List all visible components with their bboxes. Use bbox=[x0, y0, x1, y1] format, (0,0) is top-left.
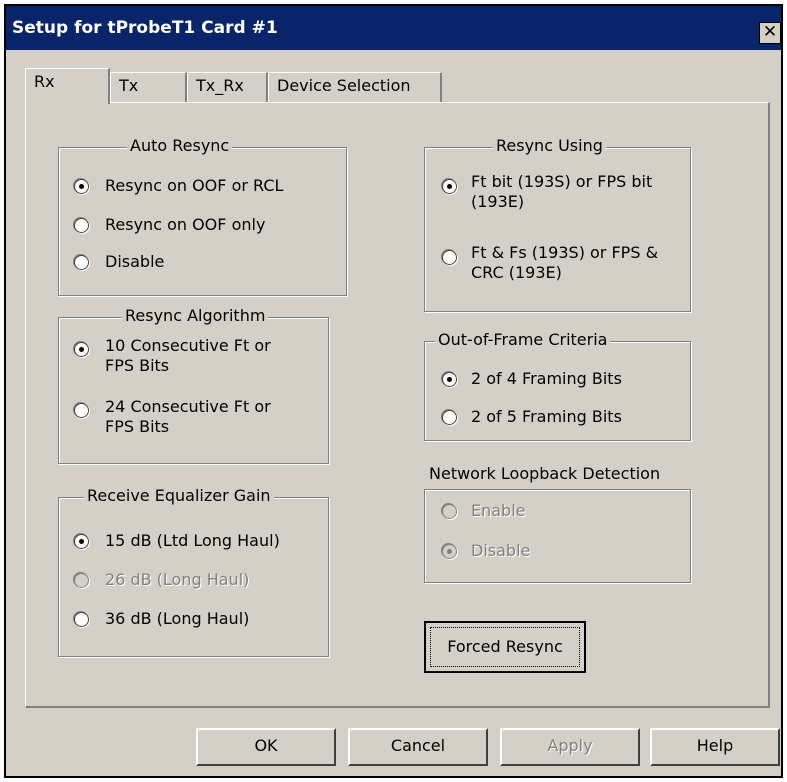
receive-equalizer-gain-group: Receive Equalizer Gain 15 dB (Ltd Long H… bbox=[58, 486, 329, 657]
resync-oof-only-label: Resync on OOF only bbox=[105, 215, 266, 234]
algo-10-bits-line1: 10 Consecutive Ft or bbox=[105, 336, 271, 355]
tab-tx-label: Tx bbox=[119, 76, 139, 95]
close-button[interactable]: ✕ bbox=[759, 22, 781, 44]
apply-button[interactable]: Apply bbox=[500, 728, 640, 766]
tab-device-selection-label: Device Selection bbox=[277, 76, 411, 95]
resync-algorithm-title: Resync Algorithm bbox=[122, 306, 269, 325]
resync-ft-fs-line2: CRC (193E) bbox=[471, 263, 562, 282]
auto-resync-title: Auto Resync bbox=[127, 136, 233, 155]
resync-ft-fs-label: Ft & Fs (193S) or FPS & CRC (193E) bbox=[471, 243, 658, 283]
loopback-enable-radio[interactable] bbox=[442, 504, 457, 519]
window-title: Setup for tProbeT1 Card #1 bbox=[12, 18, 278, 38]
oof-2-of-4-label: 2 of 4 Framing Bits bbox=[471, 369, 622, 388]
resync-oof-rcl-label: Resync on OOF or RCL bbox=[105, 176, 284, 195]
loopback-disable-label: Disable bbox=[471, 541, 531, 560]
resync-oof-rcl-radio[interactable] bbox=[74, 179, 89, 194]
tab-tx[interactable]: Tx bbox=[110, 72, 187, 102]
gain-36db-radio[interactable] bbox=[74, 612, 89, 627]
cancel-label: Cancel bbox=[390, 736, 446, 755]
gain-26db-radio[interactable] bbox=[74, 573, 89, 588]
tab-rx[interactable]: Rx bbox=[25, 68, 110, 104]
resync-disable-radio[interactable] bbox=[74, 255, 89, 270]
algo-24-bits-radio[interactable] bbox=[74, 403, 89, 418]
oof-2-of-4-radio[interactable] bbox=[442, 372, 457, 387]
loopback-disable-radio[interactable] bbox=[442, 544, 457, 559]
out-of-frame-title: Out-of-Frame Criteria bbox=[435, 330, 611, 349]
out-of-frame-group: Out-of-Frame Criteria 2 of 4 Framing Bit… bbox=[424, 330, 691, 441]
resync-ft-bit-label: Ft bit (193S) or FPS bit (193E) bbox=[471, 172, 652, 212]
help-label: Help bbox=[696, 736, 734, 755]
oof-2-of-5-label: 2 of 5 Framing Bits bbox=[471, 407, 622, 426]
resync-algorithm-group: Resync Algorithm 10 Consecutive Ft or FP… bbox=[58, 306, 329, 464]
resync-ft-bit-line1: Ft bit (193S) or FPS bit bbox=[471, 172, 653, 191]
network-loopback-title: Network Loopback Detection bbox=[429, 464, 661, 483]
gain-26db-label: 26 dB (Long Haul) bbox=[105, 570, 250, 589]
algo-10-bits-label: 10 Consecutive Ft or FPS Bits bbox=[105, 336, 271, 376]
resync-using-title: Resync Using bbox=[493, 136, 606, 155]
apply-label: Apply bbox=[547, 736, 593, 755]
tab-device-selection[interactable]: Device Selection bbox=[268, 72, 442, 102]
help-button[interactable]: Help bbox=[650, 728, 780, 766]
cancel-button[interactable]: Cancel bbox=[348, 728, 488, 766]
resync-disable-label: Disable bbox=[105, 252, 165, 271]
ok-button[interactable]: OK bbox=[196, 728, 336, 766]
tab-rx-label: Rx bbox=[34, 72, 55, 91]
resync-ft-bit-radio[interactable] bbox=[442, 179, 457, 194]
gain-36db-label: 36 dB (Long Haul) bbox=[105, 609, 250, 628]
algo-10-bits-radio[interactable] bbox=[74, 342, 89, 357]
resync-using-group: Resync Using Ft bit (193S) or FPS bit (1… bbox=[424, 136, 691, 312]
close-icon: ✕ bbox=[762, 22, 778, 42]
algo-24-bits-line2: FPS Bits bbox=[105, 417, 170, 436]
setup-dialog: Setup for tProbeT1 Card #1 ✕ Rx Tx Tx_Rx… bbox=[4, 4, 783, 778]
gain-15db-radio[interactable] bbox=[74, 534, 89, 549]
resync-ft-bit-line2: (193E) bbox=[471, 192, 525, 211]
resync-ft-fs-radio[interactable] bbox=[442, 250, 457, 265]
forced-resync-button[interactable]: Forced Resync bbox=[424, 621, 586, 673]
ok-label: OK bbox=[254, 736, 278, 755]
auto-resync-group: Auto Resync Resync on OOF or RCL Resync … bbox=[58, 136, 347, 296]
algo-24-bits-label: 24 Consecutive Ft or FPS Bits bbox=[105, 397, 271, 437]
tab-tx-rx-label: Tx_Rx bbox=[196, 76, 244, 95]
network-loopback-group: Enable Disable bbox=[424, 489, 691, 583]
algo-24-bits-line1: 24 Consecutive Ft or bbox=[105, 397, 271, 416]
resync-oof-only-radio[interactable] bbox=[74, 218, 89, 233]
title-bar[interactable]: Setup for tProbeT1 Card #1 ✕ bbox=[6, 6, 781, 50]
loopback-enable-label: Enable bbox=[471, 501, 526, 520]
receive-equalizer-gain-title: Receive Equalizer Gain bbox=[84, 486, 274, 505]
resync-ft-fs-line1: Ft & Fs (193S) or FPS & bbox=[471, 243, 659, 262]
algo-10-bits-line2: FPS Bits bbox=[105, 356, 170, 375]
oof-2-of-5-radio[interactable] bbox=[442, 410, 457, 425]
tab-tx-rx[interactable]: Tx_Rx bbox=[187, 72, 268, 102]
forced-resync-label: Forced Resync bbox=[430, 627, 580, 667]
gain-15db-label: 15 dB (Ltd Long Haul) bbox=[105, 531, 280, 550]
